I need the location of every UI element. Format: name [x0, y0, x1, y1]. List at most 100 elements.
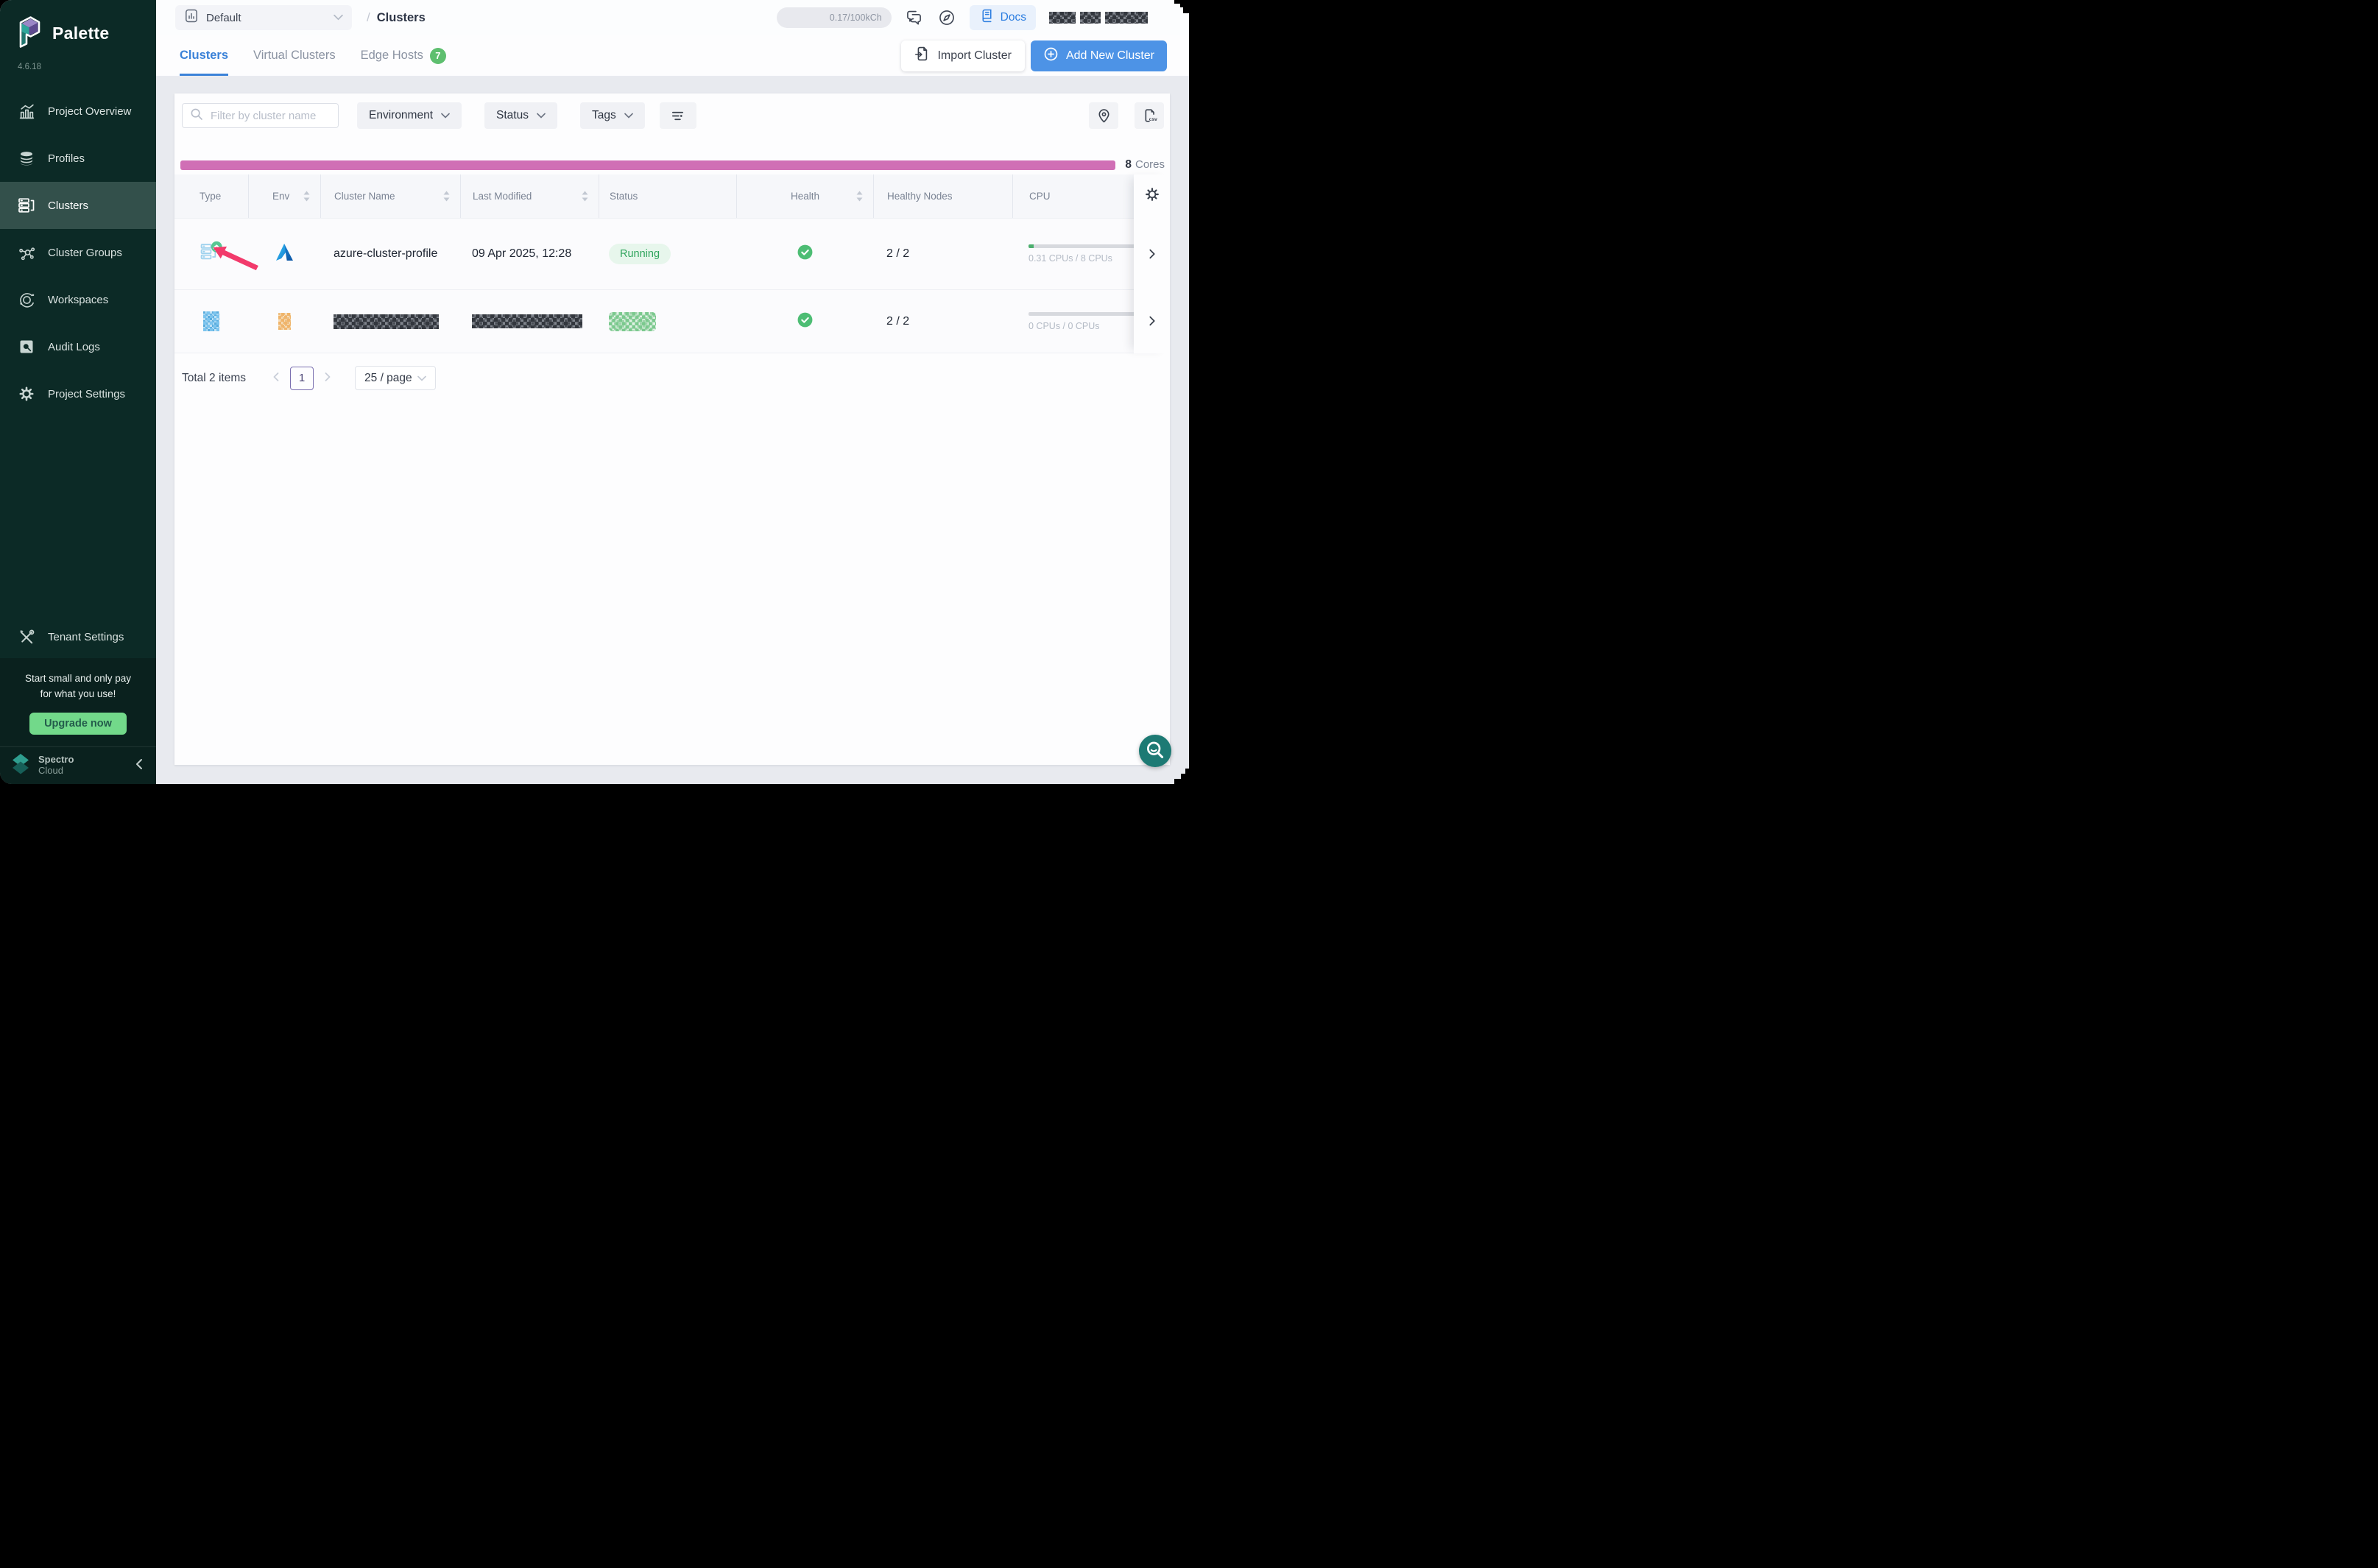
sidebar-item-label: Profiles [48, 152, 85, 165]
sidebar-nav: Project Overview Profiles [0, 88, 156, 417]
pagination-prev-icon[interactable] [271, 372, 281, 385]
cell-last-modified: 09 Apr 2025, 12:28 [460, 219, 599, 289]
compass-icon[interactable] [937, 8, 956, 27]
sidebar: Palette 4.6.18 Project Overview [0, 0, 156, 784]
usage-credits-pill[interactable]: 0.17/100kCh [777, 7, 892, 28]
sidebar-item-project-settings[interactable]: Project Settings [0, 370, 156, 417]
table-row-redacted[interactable]: 2 / 2 0 CPUs / 0 CPUs [174, 289, 1170, 353]
sidebar-item-tenant-settings[interactable]: Tenant Settings [0, 615, 156, 658]
sort-icon[interactable] [582, 191, 588, 202]
screenshot-artifact-top-right [1174, 0, 1189, 13]
table-settings-gear-icon[interactable] [1144, 186, 1160, 206]
breadcrumb: / Clusters [367, 10, 426, 25]
health-check-icon [797, 244, 814, 264]
chevron-down-icon [441, 113, 450, 119]
cpu-usage-text: 0.31 CPUs / 8 CPUs [1029, 253, 1112, 264]
sort-icon[interactable] [856, 191, 863, 202]
topbar: Default / Clusters 0.17/100kCh [156, 0, 1189, 35]
page-content: Environment Status Tags [156, 77, 1189, 784]
sidebar-item-label: Workspaces [48, 294, 108, 306]
sidebar-collapse-icon[interactable] [134, 757, 144, 774]
map-view-button[interactable] [1089, 102, 1118, 129]
project-selector[interactable]: Default [175, 5, 352, 30]
cpu-usage-text: 0 CPUs / 0 CPUs [1029, 321, 1100, 331]
screenshot-artifact-bottom-right [1174, 769, 1189, 784]
col-header-env[interactable]: Env [248, 174, 320, 218]
cell-type [174, 290, 248, 353]
col-header-type: Type [174, 174, 248, 218]
col-header-health[interactable]: Health [736, 174, 873, 218]
docs-button[interactable]: Docs [970, 5, 1036, 30]
redacted-text-block [1049, 12, 1076, 24]
sidebar-item-label: Cluster Groups [48, 247, 122, 259]
book-icon [979, 8, 995, 27]
bar-chart-icon [18, 102, 35, 120]
redacted-text-block [334, 314, 439, 329]
document-search-icon [18, 338, 35, 356]
project-selector-value: Default [206, 12, 326, 24]
pagination-page-1[interactable]: 1 [290, 367, 314, 390]
import-file-icon [914, 46, 930, 66]
sort-icon[interactable] [443, 191, 450, 202]
csv-file-icon: csv [1142, 107, 1157, 124]
import-cluster-button[interactable]: Import Cluster [901, 40, 1024, 71]
table-row-azure-cluster[interactable]: azure-cluster-profile 09 Apr 2025, 12:28… [174, 218, 1170, 289]
app-version: 4.6.18 [0, 52, 156, 71]
cell-type [174, 219, 248, 289]
pagination-total: Total 2 items [182, 372, 246, 385]
chat-icon[interactable] [905, 8, 924, 27]
sidebar-item-audit-logs[interactable]: Audit Logs [0, 323, 156, 370]
col-header-cpu: CPU [1012, 174, 1134, 218]
sidebar-item-label: Project Overview [48, 105, 131, 118]
clusters-table: Type Env Cluster Name [174, 174, 1170, 353]
tab-clusters[interactable]: Clusters [180, 35, 228, 76]
orbit-icon [18, 291, 35, 308]
spectro-cloud-logo [10, 753, 31, 779]
search-icon [190, 107, 203, 124]
tags-filter-dropdown[interactable]: Tags [580, 102, 645, 129]
cell-cpu: 0 CPUs / 0 CPUs [1012, 290, 1134, 353]
tools-icon [18, 628, 35, 646]
add-new-cluster-button[interactable]: Add New Cluster [1031, 40, 1167, 71]
magnifier-smile-icon [1140, 736, 1170, 766]
page-size-select[interactable]: 25 / page [355, 366, 436, 390]
topbar-right: 0.17/100kCh [777, 5, 1148, 30]
sidebar-item-cluster-groups[interactable]: Cluster Groups [0, 229, 156, 276]
cell-cluster-name[interactable] [320, 290, 460, 353]
redacted-text-block [1080, 12, 1101, 24]
row-chevron-right-icon[interactable] [1146, 247, 1159, 261]
table-sticky-column [1134, 174, 1170, 353]
col-header-status: Status [599, 174, 736, 218]
filter-row: Environment Status Tags [174, 93, 1170, 129]
status-filter-dropdown[interactable]: Status [484, 102, 557, 129]
pagination-next-icon[interactable] [322, 372, 333, 385]
sort-icon[interactable] [303, 191, 310, 202]
export-csv-button[interactable]: csv [1135, 102, 1164, 129]
col-header-cluster-name[interactable]: Cluster Name [320, 174, 460, 218]
cores-usage-bar [180, 160, 1115, 170]
sidebar-item-workspaces[interactable]: Workspaces [0, 276, 156, 323]
cell-cpu: 0.31 CPUs / 8 CPUs [1012, 219, 1134, 289]
search-help-fab[interactable] [1139, 735, 1171, 767]
sidebar-item-project-overview[interactable]: Project Overview [0, 88, 156, 135]
cell-health [736, 290, 873, 353]
redacted-env-icon [278, 313, 291, 330]
advanced-filter-button[interactable] [660, 102, 696, 129]
cell-cluster-name[interactable]: azure-cluster-profile [320, 219, 460, 289]
clusters-card: Environment Status Tags [174, 93, 1170, 765]
svg-text:csv: csv [1149, 117, 1157, 122]
search-input[interactable] [209, 109, 331, 123]
row-chevron-right-icon[interactable] [1146, 314, 1159, 328]
table-header: Type Env Cluster Name [174, 174, 1170, 218]
upgrade-now-button[interactable]: Upgrade now [29, 713, 127, 735]
col-header-last-modified[interactable]: Last Modified [460, 174, 599, 218]
sidebar-item-clusters[interactable]: Clusters [0, 182, 156, 229]
cores-capacity-row: 8Cores [180, 158, 1165, 172]
tab-edge-hosts[interactable]: Edge Hosts 7 [361, 35, 446, 76]
user-account-redacted[interactable] [1049, 12, 1148, 24]
pagination: Total 2 items 1 25 / page [174, 366, 1170, 390]
main-area: Default / Clusters 0.17/100kCh [156, 0, 1189, 784]
sidebar-item-profiles[interactable]: Profiles [0, 135, 156, 182]
tab-virtual-clusters[interactable]: Virtual Clusters [253, 35, 336, 76]
environment-filter-dropdown[interactable]: Environment [357, 102, 462, 129]
